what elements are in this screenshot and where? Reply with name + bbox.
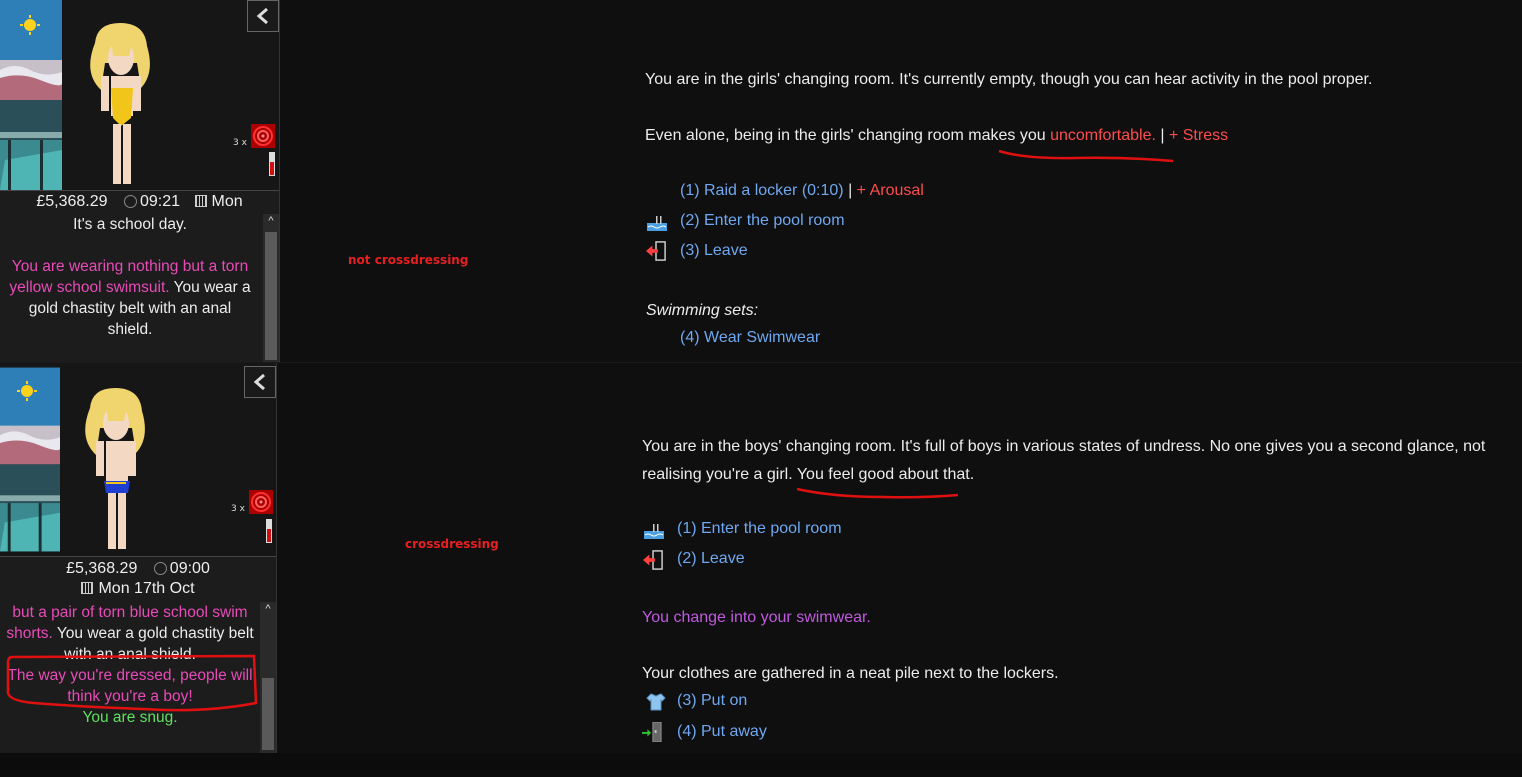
date-value: Mon <box>211 193 243 210</box>
clothes-message: Your clothes are gathered in a neat pile… <box>642 665 1059 682</box>
time-value: 09:00 <box>169 560 210 577</box>
feel-good-text: You feel good about that. <box>792 466 975 483</box>
location-text-body: You are in the boys' changing room. It's… <box>642 438 1486 483</box>
calendar-icon <box>194 195 207 207</box>
status-description: It's a school day. You are wearing nothi… <box>0 214 260 360</box>
multiplier-label: 3 x <box>231 504 245 514</box>
scroll-up-arrow-icon[interactable]: ^ <box>263 214 279 228</box>
stats-bar: £5,368.29 09:00 Mon 17th Oct <box>0 556 276 603</box>
arousal-badge: + Arousal <box>856 182 924 199</box>
option-wear-swimwear[interactable]: (4) Wear Swimwear <box>680 329 820 347</box>
stress-badge: + Stress <box>1168 127 1229 144</box>
change-message: You change into your swimwear. <box>642 609 871 626</box>
character-sprite <box>90 23 150 184</box>
clock-icon <box>153 562 167 575</box>
collapse-sidebar-button[interactable] <box>247 0 279 32</box>
collapse-sidebar-button[interactable] <box>244 366 276 398</box>
put-away-locker-icon <box>642 722 662 742</box>
pool-background <box>0 363 60 556</box>
character-portrait: 3 x <box>0 0 279 190</box>
school-day-text: It's a school day. <box>73 216 187 233</box>
character-sprite <box>85 388 145 549</box>
spiral-icon <box>249 490 273 514</box>
stats-bar: £5,368.29 09:21 Mon <box>0 190 279 213</box>
option-enter-pool[interactable]: (2) Enter the pool room <box>680 212 845 230</box>
top-screenshot-panel: 3 x £5,368.29 09:21 Mon It's a school da… <box>0 0 1522 362</box>
annotation-label: crossdressing <box>405 537 499 551</box>
multiplier-label: 3 x <box>233 138 247 148</box>
spiral-icon <box>251 124 275 148</box>
option-leave[interactable]: (2) Leave <box>677 550 745 568</box>
pool-icon <box>644 524 664 539</box>
money-value: £5,368.29 <box>66 560 138 577</box>
sidebar: 3 x £5,368.29 09:00 Mon 17th Oct but a p… <box>0 363 277 753</box>
location-text: You are in the boys' changing room. It's… <box>642 433 1502 489</box>
chastity-text: You wear a gold chastity belt with an an… <box>52 625 254 663</box>
annotation-label: not crossdressing <box>348 253 469 267</box>
vial-icon <box>266 519 272 543</box>
uncomfortable-text: uncomfortable. <box>1050 127 1156 144</box>
character-portrait: 3 x <box>0 363 276 556</box>
stress-text: Even alone, being in the girls' changing… <box>645 122 1505 150</box>
shirt-icon <box>646 693 666 711</box>
option-put-on[interactable]: (3) Put on <box>677 692 747 710</box>
pool-background <box>0 0 62 190</box>
separator: | <box>1155 127 1169 144</box>
option-leave[interactable]: (3) Leave <box>680 242 748 260</box>
chevron-left-icon <box>253 374 265 390</box>
calendar-icon <box>81 582 94 594</box>
scroll-thumb[interactable] <box>262 678 274 750</box>
bottom-screenshot-panel: 3 x £5,368.29 09:00 Mon 17th Oct but a p… <box>0 362 1522 753</box>
option-put-away[interactable]: (4) Put away <box>677 723 767 741</box>
exit-door-icon <box>646 241 666 261</box>
scroll-up-arrow-icon[interactable]: ^ <box>260 602 276 616</box>
date-value: Mon 17th Oct <box>98 580 195 597</box>
stress-text-prefix: Even alone, being in the girls' changing… <box>645 127 1051 144</box>
snug-text: You are snug. <box>82 709 178 726</box>
pool-icon <box>647 216 667 231</box>
sidebar: 3 x £5,368.29 09:21 Mon It's a school da… <box>0 0 280 362</box>
dressed-as-boy-text: The way you're dressed, people will thin… <box>7 667 253 705</box>
sun-icon <box>17 381 37 401</box>
vial-icon <box>269 152 275 176</box>
option-enter-pool[interactable]: (1) Enter the pool room <box>677 520 842 538</box>
clock-icon <box>124 195 137 208</box>
option-raid-locker[interactable]: (1) Raid a locker (0:10) | + Arousal <box>680 182 924 200</box>
scroll-thumb[interactable] <box>265 232 277 360</box>
separator: | <box>843 182 857 199</box>
description-scrollbar[interactable]: ^ <box>260 602 276 753</box>
location-text: You are in the girls' changing room. It'… <box>645 71 1373 88</box>
sun-icon <box>20 15 40 35</box>
status-description: but a pair of torn blue school swim shor… <box>0 602 260 752</box>
time-value: 09:21 <box>140 193 181 210</box>
chevron-left-icon <box>256 8 268 24</box>
exit-door-icon <box>643 550 663 570</box>
description-scrollbar[interactable]: ^ <box>263 214 279 362</box>
money-value: £5,368.29 <box>36 193 108 210</box>
swimming-sets-heading: Swimming sets: <box>646 302 759 319</box>
option-label[interactable]: (1) Raid a locker (0:10) <box>680 182 844 199</box>
